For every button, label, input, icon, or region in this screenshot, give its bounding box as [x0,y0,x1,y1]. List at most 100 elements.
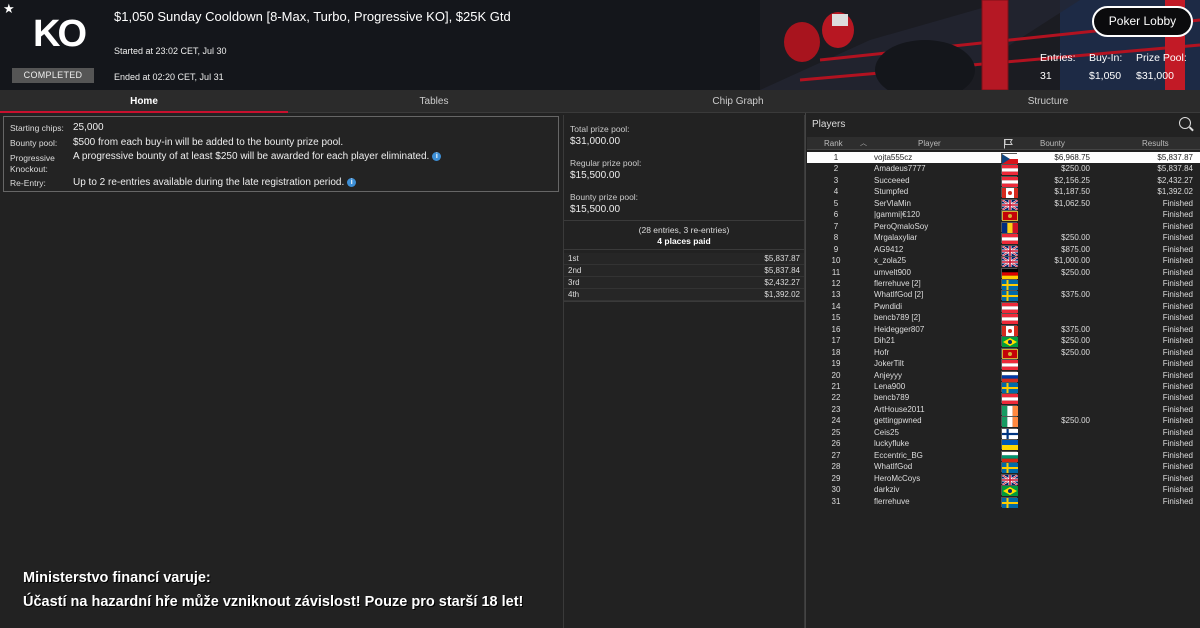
player-name: JokerTilt [874,359,904,369]
player-bounty: $875.00 [1061,244,1090,254]
player-row[interactable]: 1 vojta555cz $6,968.75 $5,837.87 [807,152,1200,164]
player-row[interactable]: 14 Pwndidi Finished [807,301,1200,313]
player-row[interactable]: 21 Lena900 Finished [807,381,1200,393]
divider [564,249,804,250]
player-row[interactable]: 27 Eccentric_BG Finished [807,450,1200,462]
player-row[interactable]: 5 SerVlaMin $1,062.50 Finished [807,198,1200,210]
player-row[interactable]: 19 JokerTilt Finished [807,358,1200,371]
payout-row: 3rd $2,432.27 [564,277,804,289]
col-bounty[interactable]: Bounty [1040,137,1065,150]
player-result: Finished [1162,473,1193,483]
player-row[interactable]: 29 HeroMcCoys Finished [807,473,1200,485]
player-row[interactable]: 16 Heidegger807 $375.00 Finished [807,324,1200,336]
player-row[interactable]: 28 WhatIfGod Finished [807,461,1200,474]
player-row[interactable]: 6 |gammi|€120 Finished [807,209,1200,222]
player-name: bencb789 [2] [874,313,921,323]
player-row[interactable]: 23 ArtHouse2011 Finished [807,404,1200,416]
payout-amount: $1,392.02 [764,290,800,299]
player-row[interactable]: 31 flerrehuve Finished [807,496,1200,508]
player-name: flerrehuve [2] [874,278,921,288]
player-row[interactable]: 22 bencb789 Finished [807,392,1200,405]
player-result: Finished [1162,359,1193,369]
player-row[interactable]: 26 luckyfluke Finished [807,438,1200,451]
player-row[interactable]: 20 Anjeyyy Finished [807,370,1200,382]
player-name: HeroMcCoys [874,473,921,483]
player-row[interactable]: 13 WhatIfGod [2] $375.00 Finished [807,289,1200,302]
col-results[interactable]: Results [1142,137,1169,150]
tab-bar: Home Tables Chip Graph Structure [0,90,1200,113]
col-player[interactable]: Player [918,137,941,150]
favorite-star-icon[interactable]: ★ [3,1,15,17]
country-flag-icon [1001,439,1018,451]
total-prize-label: Total prize pool: [570,124,630,134]
end-time: Ended at 02:20 CET, Jul 31 [114,72,224,82]
player-rank: 24 [831,416,841,426]
player-row[interactable]: 7 PeroQmaloSoy Finished [807,221,1200,233]
player-name: PeroQmaloSoy [874,221,929,231]
player-row[interactable]: 10 x_zola25 $1,000.00 Finished [807,255,1200,268]
start-time: Started at 23:02 CET, Jul 30 [114,46,227,56]
col-rank[interactable]: Rank [824,137,843,150]
player-result: Finished [1162,244,1193,254]
buyin-label: Buy-In: [1089,52,1123,64]
player-row[interactable]: 8 Mrgalaxyliar $250.00 Finished [807,232,1200,245]
sort-up-icon[interactable]: ︿ [860,137,867,150]
player-name: WhatIfGod [2] [874,290,924,300]
player-row[interactable]: 2 Amadeus7777 $250.00 $5,837.84 [807,163,1200,176]
search-icon[interactable] [1179,117,1191,129]
player-rank: 23 [831,404,841,414]
player-bounty: $2,156.25 [1054,175,1090,185]
player-bounty: $1,187.50 [1054,187,1090,197]
player-row[interactable]: 11 umvelt900 $250.00 Finished [807,267,1200,279]
player-row[interactable]: 15 bencb789 [2] Finished [807,312,1200,325]
entries-note: (28 entries, 3 re-entries) [638,225,730,235]
player-row[interactable]: 3 Succeeed $2,156.25 $2,432.27 [807,175,1200,187]
info-icon[interactable]: i [432,152,442,161]
player-result: Finished [1162,427,1193,437]
player-name: Dih21 [874,336,895,346]
divider [564,220,804,221]
player-rank: 20 [831,370,841,380]
country-flag-icon [1001,359,1018,371]
player-row[interactable]: 17 Dih21 $250.00 Finished [807,335,1200,348]
panel-divider [805,113,806,628]
payout-place: 1st [568,254,579,263]
tab-chip-graph[interactable]: Chip Graph [590,90,886,113]
starting-chips-value: 25,000 [73,122,104,133]
ko-logo: KO [33,13,87,55]
player-name: Pwndidi [874,301,903,311]
player-name: ArtHouse2011 [874,404,925,414]
country-flag-icon [1001,324,1018,336]
player-row[interactable]: 25 Ceis25 Finished [807,427,1200,439]
player-row[interactable]: 24 gettingpwned $250.00 Finished [807,415,1200,428]
warning-line-1: Ministerstvo financí varuje: [23,570,211,586]
flag-column-icon[interactable] [1003,138,1014,153]
player-result: Finished [1162,393,1193,403]
tab-home[interactable]: Home [0,90,288,113]
player-row[interactable]: 4 Stumpfed $1,187.50 $1,392.02 [807,186,1200,199]
payout-place: 4th [568,290,580,299]
reentry-value: Up to 2 re-entries available during the … [73,177,357,188]
player-rank: 28 [831,462,841,472]
tab-tables[interactable]: Tables [288,90,580,113]
entries-value: 31 [1040,70,1052,82]
poker-lobby-button[interactable]: Poker Lobby [1092,6,1193,37]
player-rank: 7 [833,221,839,231]
regular-prize-label: Regular prize pool: [570,158,642,168]
player-rank: 18 [831,347,841,357]
player-row[interactable]: 12 flerrehuve [2] Finished [807,278,1200,290]
player-result: Finished [1162,278,1193,288]
info-icon[interactable]: i [347,178,357,187]
player-result: $2,432.27 [1157,175,1193,185]
player-row[interactable]: 9 AG9412 $875.00 Finished [807,244,1200,256]
player-name: Heidegger807 [874,324,925,334]
tournament-header: ★ KO COMPLETED $1,050 Sunday Cooldown [8… [0,0,1200,90]
progressive-ko-text: A progressive bounty of at least $250 wi… [73,151,430,162]
player-result: Finished [1162,301,1193,311]
player-name: Eccentric_BG [874,450,923,460]
tab-structure[interactable]: Structure [900,90,1196,113]
progressive-label: Progressive [10,153,55,163]
player-row[interactable]: 30 darkziv Finished [807,484,1200,497]
country-flag-icon [1001,496,1018,508]
player-row[interactable]: 18 Hofr $250.00 Finished [807,347,1200,359]
